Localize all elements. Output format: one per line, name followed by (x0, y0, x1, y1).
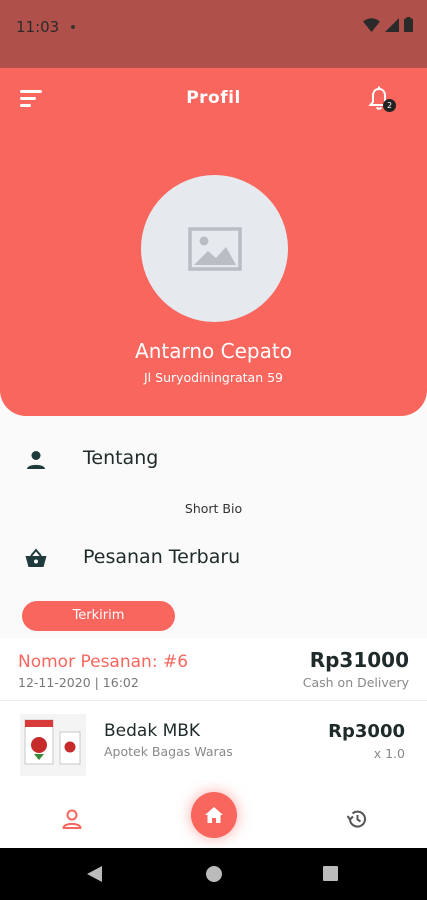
product-image (20, 714, 86, 776)
profile-header: Profil 2 Antarno Cepato Jl Suryodiningra… (0, 68, 427, 416)
signal-icon (385, 17, 399, 32)
product-quantity: x 1.0 (373, 746, 405, 761)
short-bio: Short Bio (184, 501, 243, 516)
payment-method: Cash on Delivery (302, 675, 409, 690)
about-section: Tentang (0, 440, 427, 480)
about-title: Tentang (83, 447, 159, 469)
product-store: Apotek Bagas Waras (104, 744, 233, 759)
order-date: 12-11-2020 | 16:02 (18, 675, 139, 690)
product-price: Rp3000 (328, 721, 405, 742)
order-card[interactable]: Nomor Pesanan: #6 12-11-2020 | 16:02 Rp3… (0, 638, 427, 798)
wifi-icon (363, 17, 380, 32)
product-name: Bedak MBK (104, 721, 201, 741)
recent-orders-section: Pesanan Terbaru (0, 539, 427, 579)
divider (0, 700, 427, 701)
system-nav-bar (0, 848, 427, 900)
status-time: 11:03 (16, 18, 60, 36)
avatar[interactable] (141, 175, 288, 322)
home-icon (205, 807, 223, 823)
status-icons (363, 17, 413, 32)
battery-icon (404, 17, 413, 32)
notification-badge: 2 (383, 99, 396, 112)
image-placeholder-icon (187, 226, 242, 271)
system-home-icon[interactable] (206, 866, 222, 882)
recent-orders-title: Pesanan Terbaru (83, 546, 241, 568)
home-button[interactable] (191, 792, 237, 838)
recent-apps-icon[interactable] (323, 866, 338, 881)
profile-nav-icon[interactable] (60, 807, 84, 831)
user-address: Jl Suryodiningratan 59 (144, 370, 283, 385)
history-icon[interactable] (345, 807, 369, 831)
back-icon[interactable] (86, 865, 103, 883)
order-total: Rp31000 (309, 648, 409, 672)
basket-icon (25, 548, 47, 567)
order-number: Nomor Pesanan: #6 (18, 652, 189, 672)
page-title: Profil (186, 88, 241, 108)
status-bar: 11:03 (0, 0, 427, 68)
bottom-nav (0, 792, 427, 848)
tab-terkirim[interactable]: Terkirim (22, 601, 175, 631)
user-name: Antarno Cepato (135, 339, 292, 363)
person-icon (27, 451, 45, 469)
notification-dot-icon (71, 25, 75, 29)
